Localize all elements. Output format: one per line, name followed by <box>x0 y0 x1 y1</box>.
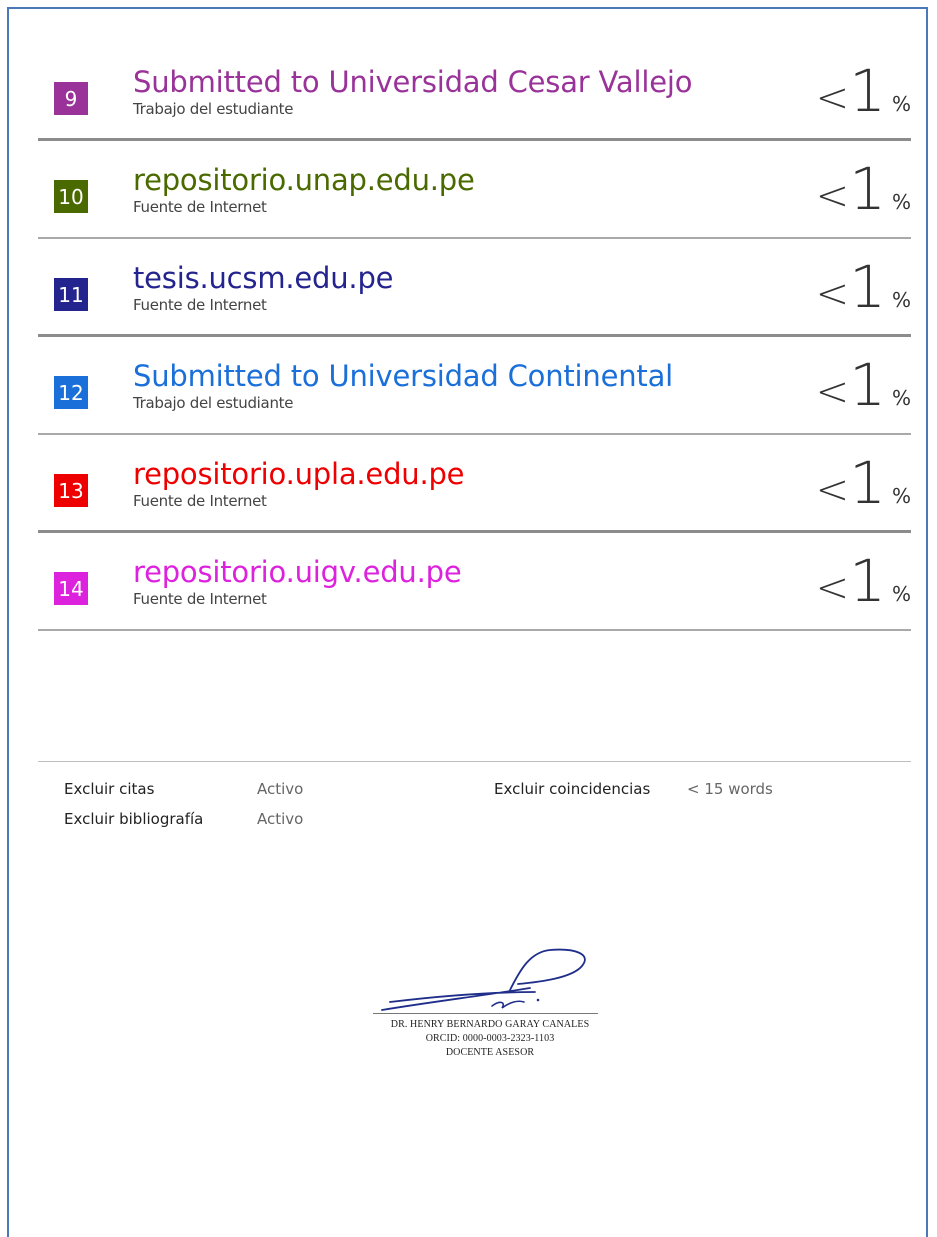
exclusion-settings: Excluir citas Activo Excluir bibliografí… <box>38 761 911 828</box>
percent-value: 1 <box>849 57 886 125</box>
percent-value: 1 <box>849 253 886 321</box>
percent-symbol: % <box>891 190 911 214</box>
signer-name: DR. HENRY BERNARDO GARAY CANALES <box>390 1019 590 1030</box>
source-title[interactable]: repositorio.upla.edu.pe <box>133 457 465 491</box>
exclude-quotes-value: Activo <box>257 780 304 798</box>
percent-value: 1 <box>849 547 886 615</box>
source-row: 10 repositorio.unap.edu.pe Fuente de Int… <box>38 142 911 239</box>
percent-value: 1 <box>849 351 886 419</box>
source-number-badge: 14 <box>54 572 88 605</box>
exclude-matches-setting: Excluir coincidencias < 15 words <box>494 780 773 798</box>
exclude-bibliography-setting: Excluir bibliografía Activo <box>64 810 303 828</box>
percent-prefix: < <box>815 271 850 317</box>
percent-value: 1 <box>849 155 886 223</box>
source-type: Fuente de Internet <box>133 296 267 314</box>
source-number-badge: 11 <box>54 278 88 311</box>
source-number-badge: 10 <box>54 180 88 213</box>
source-number-badge: 13 <box>54 474 88 507</box>
signer-orcid: ORCID: 0000-0003-2323-1103 <box>425 1033 555 1044</box>
source-list: 9 Submitted to Universidad Cesar Vallejo… <box>38 44 911 631</box>
source-type: Trabajo del estudiante <box>133 100 294 118</box>
signature-line <box>373 1013 598 1014</box>
source-percentage: < 1 % <box>816 160 911 219</box>
source-number-badge: 12 <box>54 376 88 409</box>
source-type: Fuente de Internet <box>133 492 267 510</box>
source-title[interactable]: Submitted to Universidad Cesar Vallejo <box>133 65 692 99</box>
source-percentage: < 1 % <box>816 454 911 513</box>
percent-symbol: % <box>891 484 911 508</box>
exclude-quotes-setting: Excluir citas Activo <box>64 780 303 798</box>
percent-symbol: % <box>891 386 911 410</box>
percent-prefix: < <box>815 75 850 121</box>
exclude-matches-value: < 15 words <box>687 780 773 798</box>
exclude-quotes-label: Excluir citas <box>64 780 155 798</box>
percent-prefix: < <box>815 467 850 513</box>
source-type: Trabajo del estudiante <box>133 394 294 412</box>
source-row: 12 Submitted to Universidad Continental … <box>38 338 911 435</box>
source-percentage: < 1 % <box>816 62 911 121</box>
percent-prefix: < <box>815 173 850 219</box>
source-row: 11 tesis.ucsm.edu.pe Fuente de Internet … <box>38 240 911 337</box>
percent-symbol: % <box>891 288 911 312</box>
source-percentage: < 1 % <box>816 258 911 317</box>
source-title[interactable]: tesis.ucsm.edu.pe <box>133 261 394 295</box>
exclude-matches-label: Excluir coincidencias <box>494 780 651 798</box>
signer-role: DOCENTE ASESOR <box>445 1047 535 1058</box>
source-type: Fuente de Internet <box>133 198 267 216</box>
percent-symbol: % <box>891 92 911 116</box>
source-number-badge: 9 <box>54 82 88 115</box>
source-row: 9 Submitted to Universidad Cesar Vallejo… <box>38 44 911 141</box>
source-percentage: < 1 % <box>816 552 911 611</box>
source-title[interactable]: repositorio.uigv.edu.pe <box>133 555 462 589</box>
source-row: 14 repositorio.uigv.edu.pe Fuente de Int… <box>38 534 911 631</box>
percent-prefix: < <box>815 369 850 415</box>
percent-prefix: < <box>815 565 850 611</box>
exclude-bibliography-value: Activo <box>257 810 304 828</box>
source-title[interactable]: repositorio.unap.edu.pe <box>133 163 475 197</box>
source-type: Fuente de Internet <box>133 590 267 608</box>
source-percentage: < 1 % <box>816 356 911 415</box>
source-title[interactable]: Submitted to Universidad Continental <box>133 359 673 393</box>
percent-value: 1 <box>849 449 886 517</box>
percent-symbol: % <box>891 582 911 606</box>
handwritten-signature <box>381 948 586 1011</box>
exclude-bibliography-label: Excluir bibliografía <box>64 810 204 828</box>
source-row: 13 repositorio.upla.edu.pe Fuente de Int… <box>38 436 911 533</box>
